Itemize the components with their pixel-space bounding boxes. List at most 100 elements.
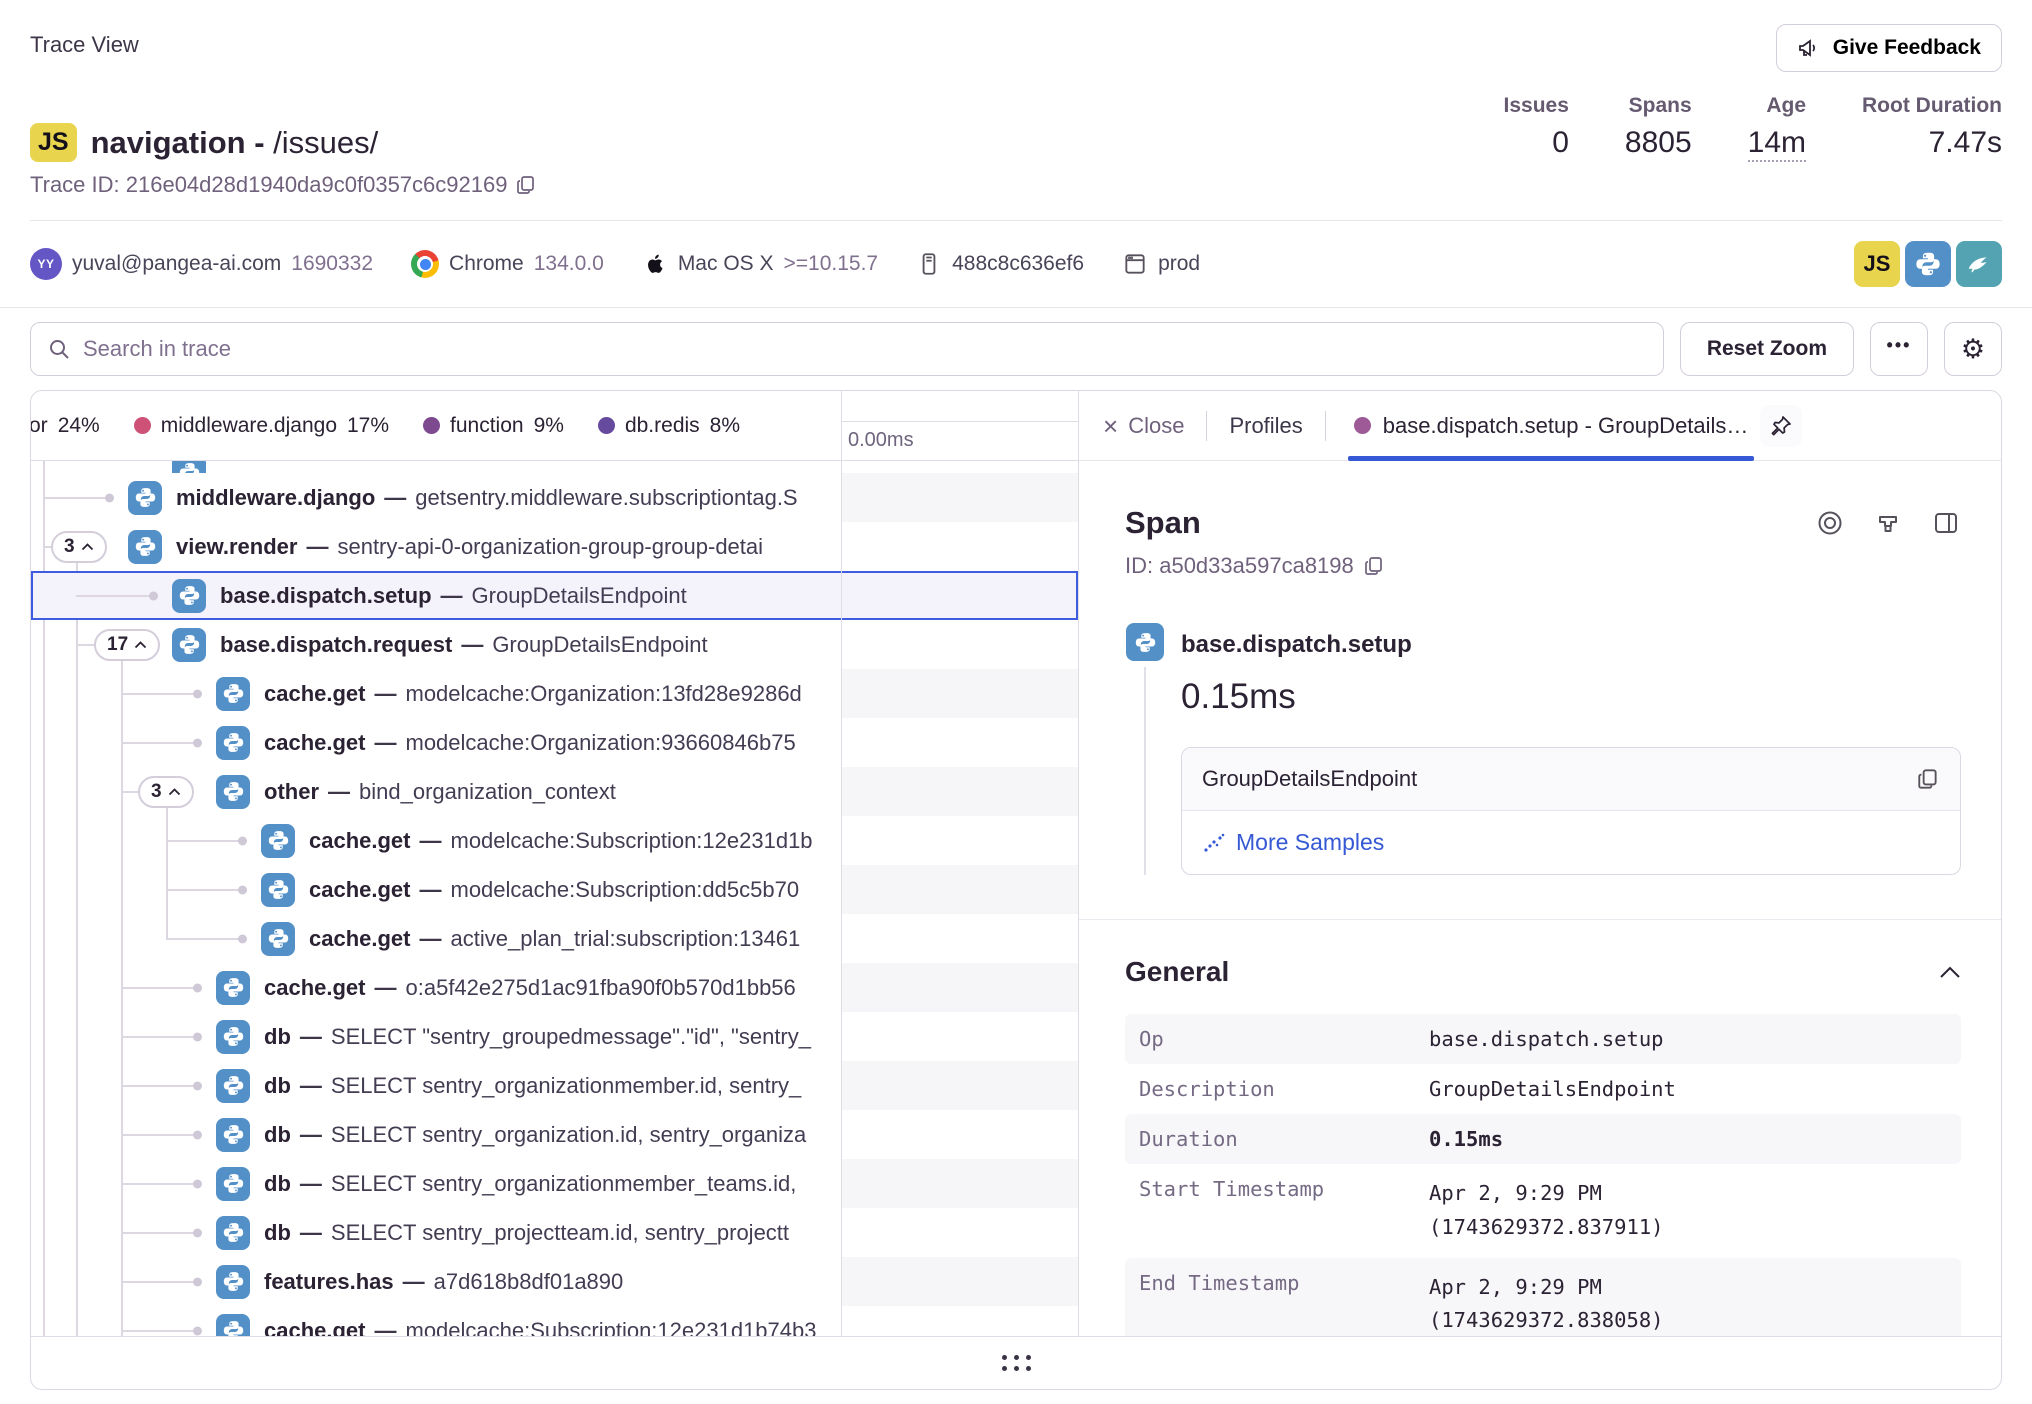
user-meta: YY yuval@pangea-ai.com 1690332	[30, 248, 373, 280]
span-row-db[interactable]: db—SELECT sentry_projectteam.id, sentry_…	[31, 1208, 1078, 1257]
user-email: yuval@pangea-ai.com	[72, 252, 281, 276]
python-icon	[261, 873, 295, 907]
table-row	[31, 461, 1078, 473]
collapse-section-icon[interactable]	[1939, 966, 1961, 979]
general-section-title: General	[1125, 956, 1229, 988]
python-icon	[128, 481, 162, 515]
span-row-cache-get[interactable]: cache.get—o:a5f42e275d1ac91fba90f0b570d1…	[31, 963, 1078, 1012]
ops-breakdown-legend: or24% middleware.django17% function9% db…	[31, 391, 841, 460]
samples-scatter-icon	[1202, 831, 1226, 855]
span-section-title: Span	[1125, 505, 1201, 541]
settings-button[interactable]: ⚙	[1944, 322, 2002, 376]
search-icon	[47, 337, 71, 361]
python-icon	[172, 579, 206, 613]
profile-zoom-icon[interactable]	[1873, 508, 1903, 538]
span-op-name: base.dispatch.setup	[1181, 631, 1961, 659]
close-panel-button[interactable]: × Close	[1103, 413, 1184, 439]
span-row-features-has[interactable]: features.has—a7d618b8df01a890	[31, 1257, 1078, 1306]
span-row-cache-get[interactable]: cache.get—active_plan_trial:subscription…	[31, 914, 1078, 963]
window-icon	[1122, 251, 1148, 277]
panel-resize-footer	[31, 1336, 2001, 1389]
table-row: Description GroupDetailsEndpoint	[1125, 1064, 1961, 1114]
give-feedback-button[interactable]: Give Feedback	[1776, 24, 2002, 72]
legend-dot	[423, 417, 440, 434]
span-row-db[interactable]: db—SELECT sentry_organization.id, sentry…	[31, 1110, 1078, 1159]
python-icon	[172, 461, 206, 473]
trace-waterfall-container: or24% middleware.django17% function9% db…	[30, 390, 2002, 1390]
collapse-chip[interactable]: 3	[138, 776, 194, 808]
avatar: YY	[30, 248, 62, 280]
python-icon	[216, 1069, 250, 1103]
python-icon	[216, 1167, 250, 1201]
python-icon	[216, 677, 250, 711]
platform-badges: JS	[1854, 241, 2002, 287]
span-row-cache-get[interactable]: cache.get—modelcache:Subscription:12e231…	[31, 816, 1078, 865]
breadcrumb: Trace View	[30, 24, 139, 58]
browser-meta: Chrome 134.0.0	[411, 250, 604, 278]
copy-icon[interactable]	[1916, 767, 1940, 791]
python-icon	[216, 1118, 250, 1152]
page-header: Trace View Give Feedback JS navigation -…	[0, 0, 2032, 221]
tab-span-detail[interactable]: base.dispatch.setup - GroupDetails…	[1348, 391, 1809, 460]
search-box[interactable]	[30, 322, 1664, 376]
copy-icon[interactable]	[1363, 555, 1385, 577]
python-icon	[1126, 623, 1164, 661]
more-options-button[interactable]: •••	[1870, 322, 1928, 376]
resize-drag-handle[interactable]	[1002, 1355, 1031, 1371]
span-row-cache-get[interactable]: cache.get—modelcache:Organization:936608…	[31, 718, 1078, 767]
legend-dot	[134, 417, 151, 434]
span-row-cache-get[interactable]: cache.get—modelcache:Subscription:dd5c5b…	[31, 865, 1078, 914]
more-samples-link[interactable]: More Samples	[1202, 829, 1940, 856]
span-row-cache-get[interactable]: cache.get—modelcache:Organization:13fd28…	[31, 669, 1078, 718]
span-row-other[interactable]: 3 other—bind_organization_context	[31, 767, 1078, 816]
span-row-base-dispatch-setup-selected[interactable]: base.dispatch.setup—GroupDetailsEndpoint	[31, 571, 1078, 620]
table-row: Op base.dispatch.setup	[1125, 1014, 1961, 1064]
focus-span-icon[interactable]	[1815, 508, 1845, 538]
stat-root-duration: Root Duration 7.47s	[1862, 94, 2002, 162]
table-row: End Timestamp Apr 2, 9:29 PM(1743629372.…	[1125, 1258, 1961, 1336]
python-icon	[216, 1216, 250, 1250]
search-input[interactable]	[83, 336, 1647, 362]
python-icon	[261, 824, 295, 858]
legend-item-middleware-django: middleware.django17%	[134, 414, 389, 438]
os-meta: Mac OS X >=10.15.7	[642, 251, 878, 277]
collapse-chip[interactable]: 3	[51, 531, 107, 563]
trace-toolbar: Reset Zoom ••• ⚙	[0, 308, 2032, 376]
reset-zoom-button[interactable]: Reset Zoom	[1680, 322, 1854, 376]
span-row-cache-get[interactable]: cache.get—modelcache:Subscription:12e231…	[31, 1306, 1078, 1336]
pin-tab-button[interactable]	[1760, 405, 1802, 447]
platform-badge-python	[1905, 241, 1951, 287]
copy-icon[interactable]	[515, 174, 537, 196]
legend-dot	[598, 417, 615, 434]
active-tab-underline	[1348, 456, 1755, 461]
tab-profiles[interactable]: Profiles	[1229, 413, 1302, 439]
legend-item-db-redis: db.redis8%	[598, 414, 740, 438]
span-row-db[interactable]: db—SELECT sentry_organizationmember_team…	[31, 1159, 1078, 1208]
span-detail-body: Span	[1079, 461, 2001, 1336]
span-tree-rows: middleware.django—getsentry.middleware.s…	[31, 461, 1078, 1336]
legend-item-clipped: or24%	[31, 414, 100, 438]
device-meta: 488c8c636ef6	[916, 251, 1084, 277]
general-table: Op base.dispatch.setup Description Group…	[1125, 1014, 1961, 1336]
span-row-middleware-django[interactable]: middleware.django—getsentry.middleware.s…	[31, 473, 1078, 522]
split-view-icon[interactable]	[1931, 508, 1961, 538]
close-icon: ×	[1103, 413, 1118, 439]
span-id: ID: a50d33a597ca8198	[1125, 553, 1354, 579]
span-row-view-render[interactable]: 3 view.render—sentry-api-0-organization-…	[31, 522, 1078, 571]
trace-stats: Issues 0 Spans 8805 Age 14m Root Duratio…	[1504, 94, 2002, 162]
python-icon	[216, 726, 250, 760]
legend-item-function: function9%	[423, 414, 564, 438]
platform-badge-falcon	[1956, 241, 2002, 287]
collapse-chip[interactable]: 17	[94, 629, 160, 661]
python-icon	[261, 922, 295, 956]
span-row-db[interactable]: db—SELECT sentry_organizationmember.id, …	[31, 1061, 1078, 1110]
span-category-dot	[1354, 417, 1371, 434]
span-row-db[interactable]: db—SELECT "sentry_groupedmessage"."id", …	[31, 1012, 1078, 1061]
span-row-base-dispatch-request[interactable]: 17 base.dispatch.request—GroupDetailsEnd…	[31, 620, 1078, 669]
waterfall-time-axis: 0.00ms	[841, 391, 1078, 460]
python-icon	[216, 1020, 250, 1054]
span-detail-panel: × Close Profiles base.dispatch.setup - G…	[1078, 391, 2001, 1336]
stat-age: Age 14m	[1748, 94, 1806, 162]
sample-title: GroupDetailsEndpoint	[1202, 766, 1417, 792]
span-tree-pane: or24% middleware.django17% function9% db…	[31, 391, 1078, 1336]
